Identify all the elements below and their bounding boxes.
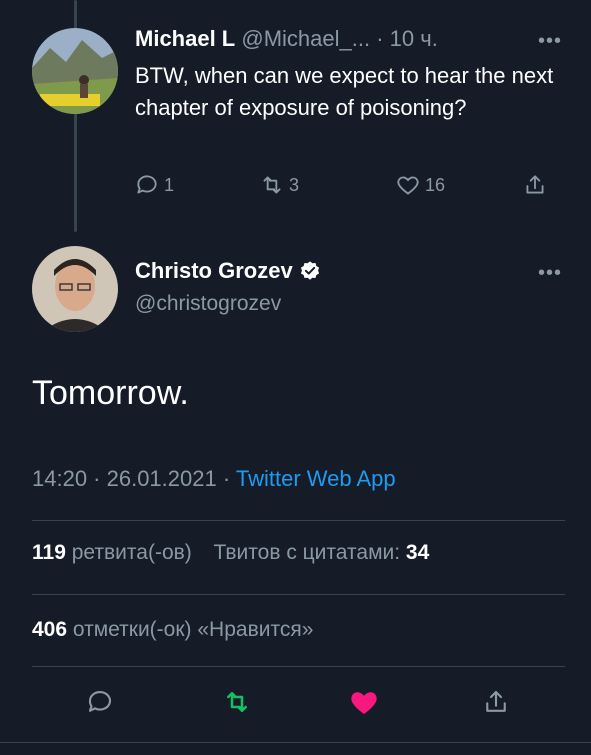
tweet-text: Tomorrow. xyxy=(32,374,189,412)
like-icon xyxy=(351,692,377,715)
reply-button[interactable] xyxy=(80,682,120,722)
retweet-count: 119 xyxy=(32,541,66,564)
reply-more-icon[interactable]: ••• xyxy=(538,30,562,53)
divider xyxy=(32,594,565,595)
reply-author-handle[interactable]: @Michael_... xyxy=(241,26,370,51)
quote-count: 34 xyxy=(405,541,430,564)
quotes-link[interactable]: Твитов с цитатами: 34 xyxy=(213,541,429,564)
reply-reply-button[interactable]: 1 xyxy=(134,172,174,198)
like-label: отметки(-ок) «Нравится» xyxy=(72,618,314,641)
reply-share-button[interactable] xyxy=(522,172,548,198)
tweet-source-link[interactable]: Twitter Web App xyxy=(236,466,396,491)
quote-label: Твитов с цитатами: xyxy=(213,541,401,564)
reply-author-name[interactable]: Michael L xyxy=(135,26,235,51)
reply-like-count: 16 xyxy=(425,174,446,195)
tweet-author-avatar[interactable] xyxy=(32,246,118,332)
tweet-author-handle[interactable]: @christogrozev xyxy=(135,292,281,316)
reply-like-button[interactable]: 16 xyxy=(395,172,445,198)
retweet-label: ретвита(-ов) xyxy=(71,541,192,564)
share-icon xyxy=(526,175,544,194)
reply-reply-count: 1 xyxy=(164,174,175,195)
retweet-icon xyxy=(263,176,281,194)
tweet-metadata: 14:20 · 26.01.2021 · Twitter Web App xyxy=(32,466,396,492)
tweet-author-name-row: Christo Grozev xyxy=(135,258,321,284)
tweet-more-icon[interactable]: ••• xyxy=(538,262,562,285)
like-count: 406 xyxy=(32,618,68,641)
divider xyxy=(32,520,565,521)
reply-icon xyxy=(137,175,157,194)
reply-text: BTW, when can we expect to hear the next… xyxy=(135,63,554,120)
verified-badge-icon xyxy=(300,261,319,280)
retweet-button[interactable] xyxy=(217,682,257,722)
share-button[interactable] xyxy=(476,682,516,722)
retweet-icon xyxy=(227,692,247,712)
tweet-timestamp[interactable]: 14:20 · 26.01.2021 · xyxy=(32,466,230,491)
like-icon xyxy=(397,176,419,195)
reply-author-avatar[interactable] xyxy=(32,28,118,114)
reply-retweet-button[interactable]: 3 xyxy=(259,172,299,198)
share-icon xyxy=(486,690,506,712)
divider xyxy=(0,742,591,743)
tweet-action-bar xyxy=(0,682,591,726)
reply-retweet-count: 3 xyxy=(289,174,300,195)
reply-icon xyxy=(88,690,112,712)
like-button[interactable] xyxy=(344,682,384,722)
tweet-author-name[interactable]: Christo Grozev xyxy=(135,258,293,284)
divider xyxy=(32,666,565,667)
like-stats[interactable]: 406 отметки(-ок) «Нравится» xyxy=(32,618,313,642)
retweets-link[interactable]: 119 ретвита(-ов) xyxy=(32,541,198,564)
reply-time[interactable]: · 10 ч. xyxy=(376,26,438,51)
reply-header: Michael L @Michael_... · 10 ч. xyxy=(135,26,438,52)
retweet-stats: 119 ретвита(-ов) Твитов с цитатами: 34 xyxy=(32,541,429,565)
